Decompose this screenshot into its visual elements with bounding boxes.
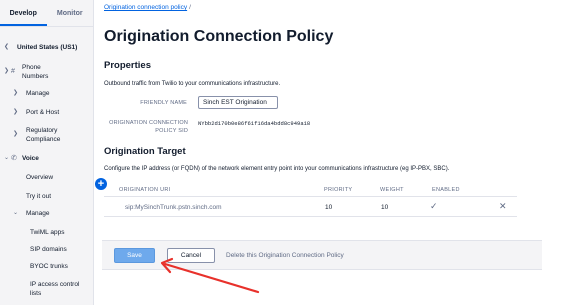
cancel-button[interactable]: Cancel — [167, 248, 215, 263]
sidebar-item-label: Try it out — [26, 193, 52, 200]
sidebar-item-label: Phone Numbers — [22, 64, 49, 80]
add-target-button[interactable]: + — [95, 178, 107, 190]
delete-policy-link[interactable]: Delete this Origination Connection Polic… — [226, 252, 344, 259]
friendly-name-label: FRIENDLY NAME — [140, 100, 187, 106]
table-divider — [104, 216, 517, 217]
sidebar-item-label: Manage — [26, 90, 50, 97]
properties-description: Outbound traffic from Twilio to your com… — [104, 81, 281, 87]
tab-monitor[interactable]: Monitor — [47, 0, 94, 26]
sidebar: Develop Monitor ❮ United States (US1) ❯ … — [0, 0, 94, 305]
checkmark-icon[interactable]: ✓ — [430, 201, 438, 212]
save-button[interactable]: Save — [114, 248, 155, 263]
sidebar-tabs: Develop Monitor — [0, 0, 93, 27]
phone-icon: ✆ — [11, 155, 17, 162]
hash-icon: # — [11, 68, 15, 75]
tab-develop[interactable]: Develop — [0, 0, 47, 26]
properties-heading: Properties — [104, 60, 151, 71]
breadcrumb: Origination connection policy / — [104, 4, 191, 11]
weight-cell[interactable]: 10 — [381, 204, 388, 211]
column-header-priority: PRIORITY — [324, 187, 353, 193]
sid-label: ORIGINATION CONNECTION POLICY SID — [109, 120, 188, 134]
page-title: Origination Connection Policy — [104, 28, 334, 45]
table-divider — [104, 196, 517, 197]
plus-icon: + — [97, 178, 105, 190]
breadcrumb-link[interactable]: Origination connection policy — [104, 4, 187, 11]
priority-cell[interactable]: 10 — [325, 204, 332, 211]
action-footer: Save Cancel Delete this Origination Conn… — [102, 240, 542, 270]
friendly-name-input[interactable]: Sinch EST Origination — [198, 96, 278, 109]
sidebar-item-label: IP access control lists — [30, 281, 80, 297]
uri-cell[interactable]: sip:MySinchTrunk.pstn.sinch.com — [125, 204, 222, 211]
chevron-right-icon: ❯ — [13, 90, 19, 96]
column-header-weight: WEIGHT — [380, 187, 404, 193]
sidebar-item-label: SIP domains — [30, 246, 67, 253]
origination-target-heading: Origination Target — [104, 146, 186, 157]
chevron-down-icon: ⌄ — [4, 155, 10, 161]
chevron-down-icon: ⌄ — [13, 210, 19, 216]
close-icon[interactable]: ✕ — [499, 201, 507, 212]
region-label: United States (US1) — [17, 44, 78, 51]
sidebar-item-label: Regulatory Compliance — [26, 127, 61, 143]
sidebar-item-label: Voice — [22, 155, 39, 162]
chevron-left-icon: ❮ — [4, 44, 10, 50]
chevron-right-icon: ❯ — [13, 131, 19, 137]
chevron-right-icon: ❯ — [4, 68, 10, 74]
sidebar-item-label: Port & Host — [26, 109, 60, 116]
sidebar-item-label: TwiML apps — [30, 229, 65, 236]
column-header-enabled: ENABLED — [432, 187, 460, 193]
column-header-uri: ORIGINATION URI — [119, 187, 171, 193]
sidebar-item-label: Manage — [26, 210, 50, 217]
sidebar-item-label: BYOC trunks — [30, 263, 68, 270]
chevron-right-icon: ❯ — [13, 109, 19, 115]
breadcrumb-separator: / — [189, 4, 191, 11]
origination-target-description: Configure the IP address (or FQDN) of th… — [104, 166, 450, 172]
sid-value: NYbb2d170b0e86f61f16da4bdd8c949a18 — [198, 120, 311, 127]
main-content: Origination connection policy / Originati… — [94, 0, 567, 305]
sidebar-item-label: Overview — [26, 174, 54, 181]
